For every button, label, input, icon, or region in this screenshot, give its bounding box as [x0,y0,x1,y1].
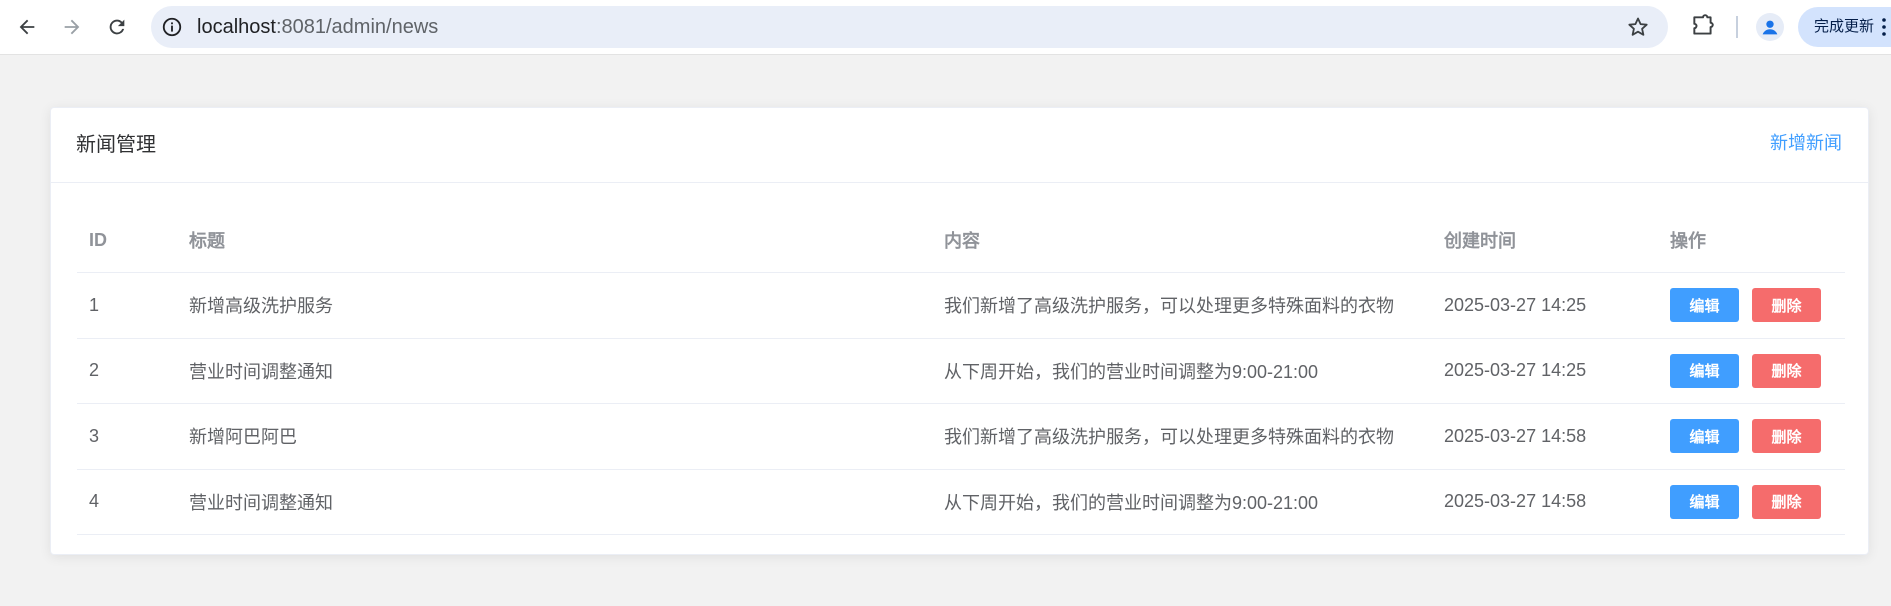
reload-button[interactable] [99,9,135,45]
cell-created: 2025-03-27 14:25 [1444,360,1587,381]
delete-button[interactable]: 删除 [1752,484,1821,519]
edit-button[interactable]: 编辑 [1670,288,1739,323]
cell-title: 营业时间调整通知 [189,361,333,382]
edit-button[interactable]: 编辑 [1670,419,1739,454]
update-label: 完成更新 [1814,18,1875,35]
cell-ops: 编辑 删除 [1670,470,1834,535]
table-row: 2 营业时间调整通知 从下周开始，我们的营业时间调整为9:00-21:00 20… [77,339,1845,404]
edit-button[interactable]: 编辑 [1670,484,1739,519]
table-row: 1 新增高级洗护服务 我们新增了高级洗护服务，可以处理更多特殊面料的衣物 202… [77,273,1845,339]
cell-content: 我们新增了高级洗护服务，可以处理更多特殊面料的衣物 [944,296,1394,317]
header-title: 标题 [189,231,225,251]
news-table: ID 标题 内容 创建时间 操作 1 新增高级洗护服务 我们新增了高级洗护服务，… [77,208,1845,535]
cell-title: 新增阿巴阿巴 [189,427,297,448]
back-button[interactable] [9,9,45,45]
header-ops: 操作 [1670,231,1706,251]
table-row: 3 新增阿巴阿巴 我们新增了高级洗护服务，可以处理更多特殊面料的衣物 2025-… [77,404,1845,470]
cell-title: 新增高级洗护服务 [189,296,333,317]
table-row: 4 营业时间调整通知 从下周开始，我们的营业时间调整为9:00-21:00 20… [77,470,1845,535]
header-created: 创建时间 [1444,231,1516,251]
cell-id: 2 [89,360,100,381]
delete-button[interactable]: 删除 [1752,288,1821,323]
cell-id: 1 [89,294,100,315]
profile-button[interactable] [1756,13,1784,41]
forward-button[interactable] [54,9,90,45]
star-icon[interactable] [1626,15,1650,39]
cell-created: 2025-03-27 14:58 [1444,425,1587,446]
header-id: ID [89,229,107,250]
page-title: 新闻管理 [76,134,156,156]
cell-created: 2025-03-27 14:25 [1444,294,1587,315]
cell-id: 3 [89,425,100,446]
puzzle-icon[interactable] [1690,13,1716,39]
arrow-left-icon [19,19,35,35]
url-host: localhost [197,16,276,38]
info-icon[interactable] [161,16,183,38]
news-card: 新闻管理 新增新闻 ID 标题 内容 创建时间 操作 1 新增高级洗护服务 我们… [50,107,1869,555]
url-path: :8081/admin/news [275,16,439,38]
table-header: ID 标题 内容 创建时间 操作 [77,208,1845,273]
arrow-right-icon [64,19,80,35]
kebab-menu-icon [1882,18,1886,36]
cell-ops: 编辑 删除 [1670,273,1834,338]
reload-icon [109,19,125,35]
url-text[interactable]: localhost:8081/admin/news [197,6,438,48]
cell-created: 2025-03-27 14:58 [1444,491,1587,512]
update-button[interactable]: 完成更新 [1798,7,1891,47]
cell-id: 4 [89,491,100,512]
person-icon [1762,20,1778,35]
delete-button[interactable]: 删除 [1752,419,1821,454]
card-header: 新闻管理 新增新闻 [51,108,1868,183]
delete-button[interactable]: 删除 [1752,353,1821,388]
cell-ops: 编辑 删除 [1670,404,1834,469]
cell-ops: 编辑 删除 [1670,339,1834,404]
cell-content: 我们新增了高级洗护服务，可以处理更多特殊面料的衣物 [944,427,1394,448]
cell-title: 营业时间调整通知 [189,492,333,513]
cell-content: 从下周开始，我们的营业时间调整为9:00-21:00 [944,361,1319,382]
add-news-button[interactable]: 新增新闻 [1770,108,1842,178]
address-bar[interactable]: localhost:8081/admin/news [151,6,1668,48]
toolbar-divider [1736,16,1738,38]
browser-toolbar: localhost:8081/admin/news 完成更新 [0,0,1891,55]
edit-button[interactable]: 编辑 [1670,353,1739,388]
cell-content: 从下周开始，我们的营业时间调整为9:00-21:00 [944,492,1319,513]
header-content: 内容 [944,231,980,251]
